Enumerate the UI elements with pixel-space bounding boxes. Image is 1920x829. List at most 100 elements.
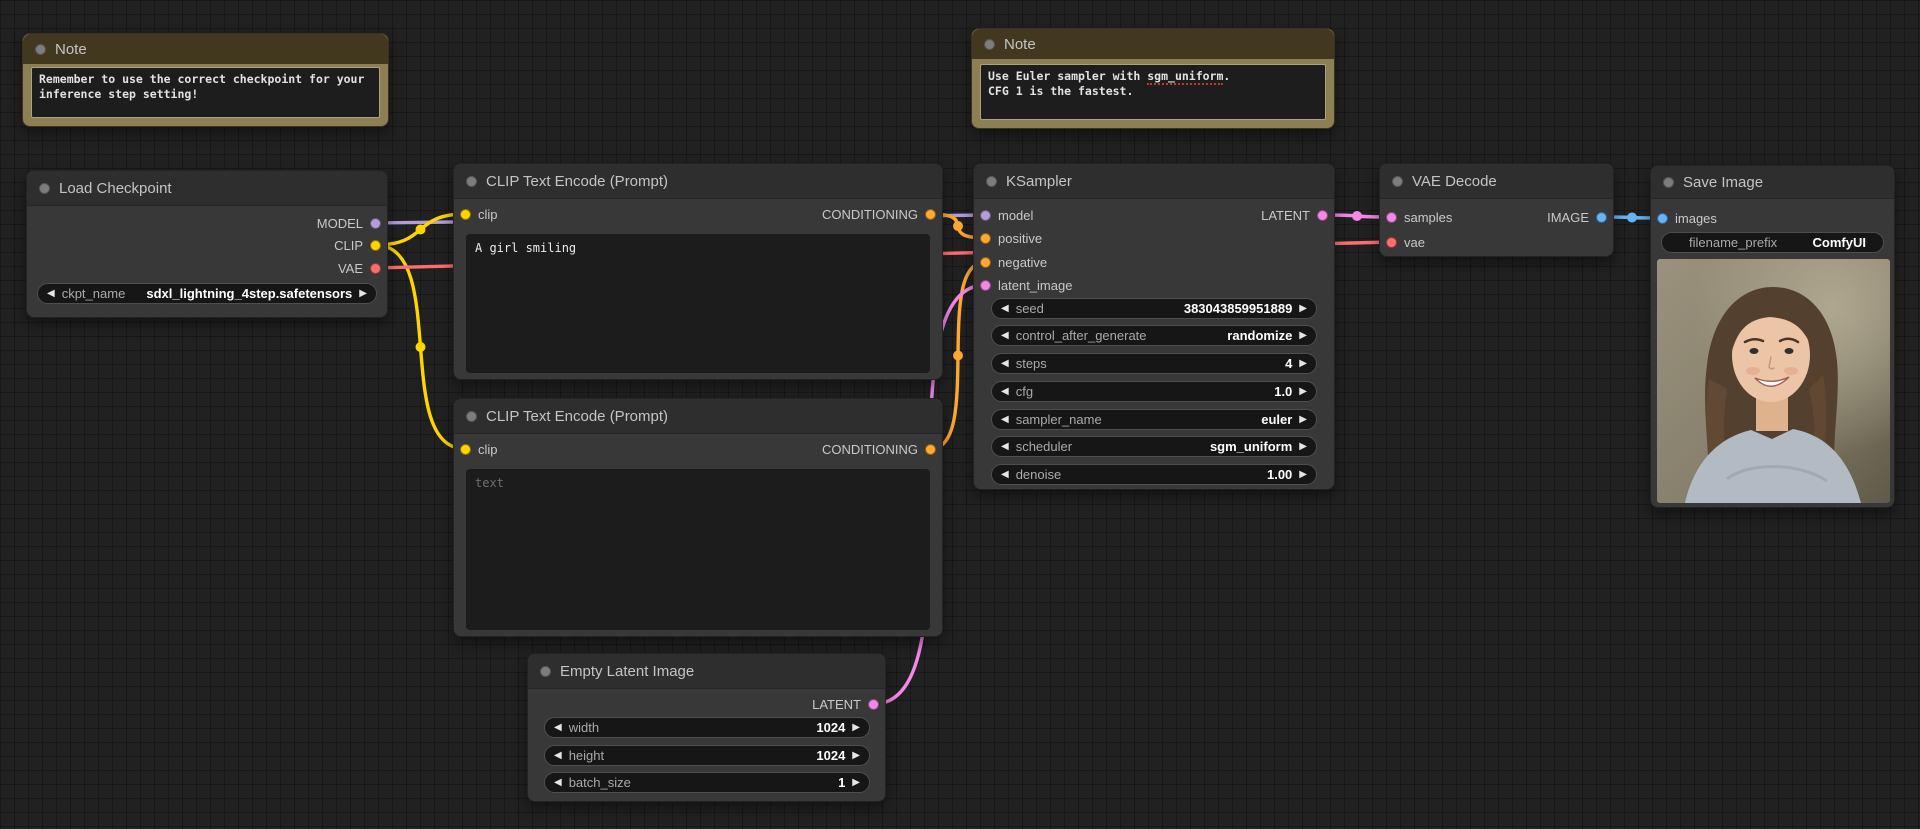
decrement-arrow-icon[interactable]: ◀ <box>554 722 562 733</box>
clip-input-port[interactable] <box>460 208 471 220</box>
sampler-name-widget[interactable]: ◀ sampler_name euler ▶ <box>991 409 1317 430</box>
images-input-port[interactable] <box>1657 212 1668 224</box>
cfg-widget[interactable]: ◀ cfg 1.0 ▶ <box>991 381 1317 402</box>
increment-arrow-icon[interactable]: ▶ <box>1299 330 1307 341</box>
decrement-arrow-icon[interactable]: ◀ <box>1001 303 1009 314</box>
latent-output-port[interactable] <box>868 698 879 710</box>
clip-output-port[interactable] <box>370 239 381 251</box>
vae-input-port[interactable] <box>1386 236 1397 248</box>
note-line-1: Use Euler sampler with sgm_uniform. <box>988 69 1231 85</box>
vae-output-port[interactable] <box>370 262 381 274</box>
increment-arrow-icon[interactable]: ▶ <box>1299 414 1307 425</box>
increment-arrow-icon[interactable]: ▶ <box>852 722 860 733</box>
input-label: negative <box>998 254 1048 270</box>
scheduler-widget[interactable]: ◀ scheduler sgm_uniform ▶ <box>991 436 1317 457</box>
collapse-dot-icon[interactable] <box>1392 175 1403 187</box>
conditioning-output-port[interactable] <box>925 208 936 220</box>
increment-arrow-icon[interactable]: ▶ <box>1299 441 1307 452</box>
decrement-arrow-icon[interactable]: ◀ <box>554 777 562 788</box>
increment-arrow-icon[interactable]: ▶ <box>1299 303 1307 314</box>
node-title: CLIP Text Encode (Prompt) <box>486 407 669 425</box>
output-label: LATENT <box>812 696 861 712</box>
model-input-port[interactable] <box>980 209 991 221</box>
node-clip-positive-header[interactable]: CLIP Text Encode (Prompt) <box>454 164 942 199</box>
node-save-image-header[interactable]: Save Image <box>1651 166 1894 199</box>
decrement-arrow-icon[interactable]: ◀ <box>47 288 55 299</box>
input-label: clip <box>478 441 498 457</box>
decrement-arrow-icon[interactable]: ◀ <box>1001 358 1009 369</box>
node-graph-canvas[interactable]: Note Remember to use the correct checkpo… <box>0 0 1920 829</box>
output-label: MODEL <box>316 215 363 231</box>
note-text[interactable]: Use Euler sampler with sgm_uniform. CFG … <box>980 64 1326 120</box>
output-label: VAE <box>337 260 363 276</box>
conditioning-output-port[interactable] <box>925 443 936 455</box>
height-widget[interactable]: ◀ height 1024 ▶ <box>544 745 870 766</box>
link-midpoint-dot <box>1352 211 1362 221</box>
node-vae-decode: VAE Decode samples vae IMAGE <box>1379 163 1614 257</box>
collapse-dot-icon[interactable] <box>39 182 50 194</box>
increment-arrow-icon[interactable]: ▶ <box>1299 358 1307 369</box>
image-output-port[interactable] <box>1596 211 1607 223</box>
decrement-arrow-icon[interactable]: ◀ <box>1001 386 1009 397</box>
collapse-dot-icon[interactable] <box>1663 176 1674 188</box>
batch-size-widget[interactable]: ◀ batch_size 1 ▶ <box>544 772 870 793</box>
increment-arrow-icon[interactable]: ▶ <box>1299 386 1307 397</box>
positive-prompt-textarea[interactable]: A girl smiling <box>466 234 930 373</box>
positive-input-port[interactable] <box>980 232 991 244</box>
node-empty-latent-image: Empty Latent Image LATENT ◀ width 1024 ▶… <box>527 653 886 802</box>
collapse-dot-icon[interactable] <box>466 175 477 187</box>
node-clip-negative-header[interactable]: CLIP Text Encode (Prompt) <box>454 399 942 434</box>
increment-arrow-icon[interactable]: ▶ <box>359 288 367 299</box>
note-text[interactable]: Remember to use the correct checkpoint f… <box>31 67 380 118</box>
collapse-dot-icon[interactable] <box>35 43 46 55</box>
clip-input-port[interactable] <box>460 443 471 455</box>
node-note-2-header[interactable]: Note <box>972 29 1334 59</box>
seed-widget[interactable]: ◀ seed 383043859951889 ▶ <box>991 298 1317 319</box>
node-clip-text-encode-negative: CLIP Text Encode (Prompt) clip CONDITION… <box>453 398 943 637</box>
negative-input-port[interactable] <box>980 256 991 268</box>
decrement-arrow-icon[interactable]: ◀ <box>1001 441 1009 452</box>
node-note-2: Note Use Euler sampler with sgm_uniform.… <box>971 28 1335 129</box>
node-save-image: Save Image images filename_prefix ComfyU… <box>1650 165 1895 508</box>
collapse-dot-icon[interactable] <box>984 38 995 50</box>
output-label: IMAGE <box>1547 209 1589 225</box>
negative-prompt-textarea[interactable] <box>466 469 930 630</box>
filename-prefix-widget[interactable]: filename_prefix ComfyUI <box>1661 232 1884 253</box>
denoise-widget[interactable]: ◀ denoise 1.00 ▶ <box>991 464 1317 485</box>
node-title: Note <box>55 40 87 58</box>
node-vae-decode-header[interactable]: VAE Decode <box>1380 164 1613 199</box>
increment-arrow-icon[interactable]: ▶ <box>852 777 860 788</box>
decrement-arrow-icon[interactable]: ◀ <box>1001 330 1009 341</box>
link-clip <box>373 243 468 451</box>
input-label: model <box>998 207 1034 223</box>
input-slot-positive: positive <box>980 229 1042 247</box>
input-slot-negative: negative <box>980 253 1047 271</box>
node-empty-latent-header[interactable]: Empty Latent Image <box>528 654 885 689</box>
latent-output-port[interactable] <box>1317 209 1328 221</box>
spellcheck-underline: sgm_uniform <box>1147 69 1224 85</box>
control-after-generate-widget[interactable]: ◀ control_after_generate randomize ▶ <box>991 325 1317 346</box>
node-load-checkpoint-header[interactable]: Load Checkpoint <box>27 171 387 206</box>
width-widget[interactable]: ◀ width 1024 ▶ <box>544 717 870 738</box>
collapse-dot-icon[interactable] <box>540 665 551 677</box>
node-ksampler: KSampler model positive negative latent_… <box>973 163 1335 490</box>
model-output-port[interactable] <box>370 217 381 229</box>
decrement-arrow-icon[interactable]: ◀ <box>1001 414 1009 425</box>
decrement-arrow-icon[interactable]: ◀ <box>554 750 562 761</box>
steps-widget[interactable]: ◀ steps 4 ▶ <box>991 353 1317 374</box>
samples-input-port[interactable] <box>1386 211 1397 223</box>
collapse-dot-icon[interactable] <box>986 175 997 187</box>
output-slot-latent: LATENT <box>1261 206 1328 224</box>
link-clip <box>373 212 468 247</box>
input-label: latent_image <box>998 277 1073 293</box>
ckpt-name-widget[interactable]: ◀ ckpt_name sdxl_lightning_4step.safeten… <box>37 283 377 304</box>
latent-image-input-port[interactable] <box>980 279 991 291</box>
input-slot-samples: samples <box>1386 208 1452 226</box>
node-note-1-header[interactable]: Note <box>23 34 388 64</box>
increment-arrow-icon[interactable]: ▶ <box>1299 469 1307 480</box>
node-ksampler-header[interactable]: KSampler <box>974 164 1334 199</box>
increment-arrow-icon[interactable]: ▶ <box>852 750 860 761</box>
decrement-arrow-icon[interactable]: ◀ <box>1001 469 1009 480</box>
collapse-dot-icon[interactable] <box>466 410 477 422</box>
node-load-checkpoint: Load Checkpoint MODEL CLIP VAE ◀ ckpt_na… <box>26 170 388 318</box>
